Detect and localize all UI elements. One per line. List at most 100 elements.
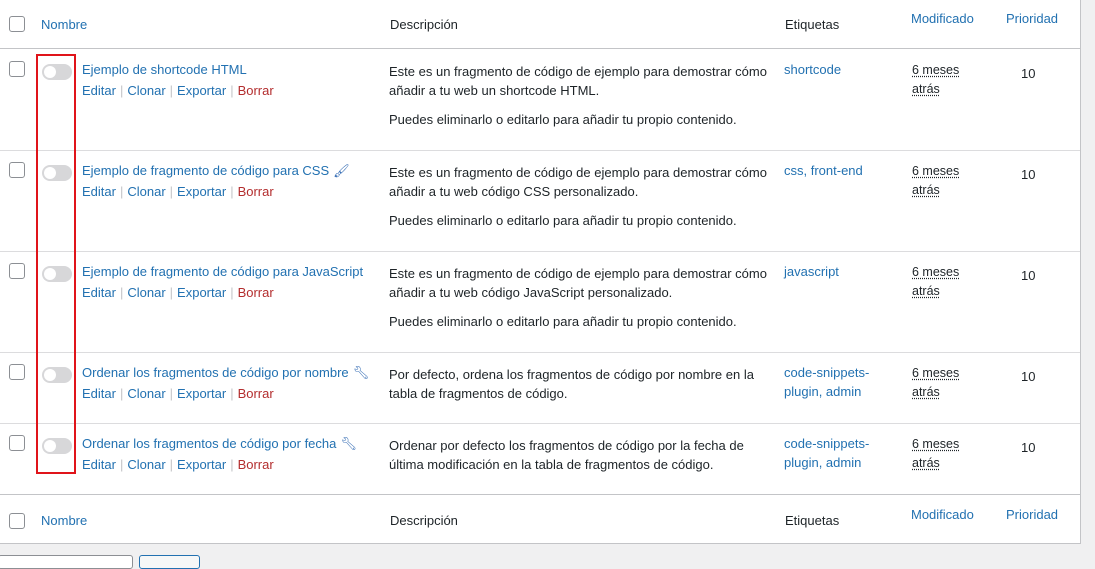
delete-link[interactable]: Borrar bbox=[238, 457, 274, 472]
row-checkbox[interactable] bbox=[9, 162, 25, 178]
snippet-tags[interactable]: code-snippets-plugin, admin bbox=[784, 434, 894, 472]
snippet-title-text: Ejemplo de fragmento de código para Java… bbox=[82, 264, 364, 279]
delete-link[interactable]: Borrar bbox=[238, 285, 274, 300]
action-separator: | bbox=[169, 386, 174, 401]
priority-value: 10 bbox=[1021, 268, 1036, 283]
action-separator: | bbox=[119, 184, 124, 199]
snippet-title-text: Ordenar los fragmentos de código por fec… bbox=[82, 436, 337, 451]
action-separator: | bbox=[230, 457, 234, 472]
row-checkbox[interactable] bbox=[9, 263, 25, 279]
description-text: Este es un fragmento de código de ejempl… bbox=[389, 165, 767, 199]
export-link[interactable]: Exportar bbox=[177, 457, 226, 472]
table-row: Ejemplo de fragmento de código para Java… bbox=[0, 251, 1080, 353]
edit-link[interactable]: Editar bbox=[82, 386, 116, 401]
action-separator: | bbox=[169, 457, 174, 472]
priority-value: 10 bbox=[1021, 167, 1036, 182]
row-checkbox[interactable] bbox=[9, 435, 25, 451]
bulk-actions-select[interactable] bbox=[0, 555, 133, 569]
snippet-tags[interactable]: css, front-end bbox=[784, 161, 894, 180]
snippet-title-link[interactable]: Ejemplo de shortcode HTML bbox=[82, 62, 247, 77]
export-link[interactable]: Exportar bbox=[177, 285, 226, 300]
table-row: Ordenar los fragmentos de código por fec… bbox=[0, 423, 1080, 495]
snippet-title-link[interactable]: Ordenar los fragmentos de código por fec… bbox=[82, 436, 357, 452]
row-actions: Editar | Clonar | Exportar | Borrar bbox=[82, 285, 274, 300]
paintbrush-icon: 🖌︎ bbox=[333, 163, 350, 178]
description-note: Puedes eliminarlo o editarlo para añadir… bbox=[389, 213, 737, 228]
row-checkbox[interactable] bbox=[9, 364, 25, 380]
snippet-tags[interactable]: code-snippets-plugin, admin bbox=[784, 363, 894, 401]
clone-link[interactable]: Clonar bbox=[127, 457, 165, 472]
select-all-checkbox[interactable] bbox=[9, 16, 25, 32]
export-link[interactable]: Exportar bbox=[177, 83, 226, 98]
edit-link[interactable]: Editar bbox=[82, 285, 116, 300]
description-text: Este es un fragmento de código de ejempl… bbox=[389, 64, 767, 98]
action-separator: | bbox=[230, 83, 234, 98]
delete-link[interactable]: Borrar bbox=[238, 83, 274, 98]
modified-date: 6 meses atrás bbox=[912, 63, 960, 96]
snippet-title-text: Ordenar los fragmentos de código por nom… bbox=[82, 365, 349, 380]
row-actions: Editar | Clonar | Exportar | Borrar bbox=[82, 457, 274, 472]
description-note: Puedes eliminarlo o editarlo para añadir… bbox=[389, 112, 737, 127]
snippet-title-link[interactable]: Ejemplo de fragmento de código para CSS 🖌… bbox=[82, 163, 350, 179]
table-footer: Nombre Descripción Etiquetas Modificado … bbox=[0, 494, 1080, 543]
action-separator: | bbox=[169, 285, 174, 300]
row-checkbox[interactable] bbox=[9, 61, 25, 77]
column-tags: Etiquetas bbox=[785, 17, 840, 32]
clone-link[interactable]: Clonar bbox=[127, 83, 165, 98]
snippet-description: Por defecto, ordena los fragmentos de có… bbox=[389, 365, 769, 403]
priority-value: 10 bbox=[1021, 440, 1036, 455]
row-actions: Editar | Clonar | Exportar | Borrar bbox=[82, 184, 274, 199]
edit-link[interactable]: Editar bbox=[82, 184, 116, 199]
column-priority-sort-footer[interactable]: Prioridad bbox=[1006, 507, 1058, 522]
table-row: Ejemplo de fragmento de código para CSS 🖌… bbox=[0, 150, 1080, 252]
snippet-title-link[interactable]: Ejemplo de fragmento de código para Java… bbox=[82, 264, 363, 279]
modified-date: 6 meses atrás bbox=[912, 164, 960, 197]
column-description-footer: Descripción bbox=[390, 513, 458, 528]
action-separator: | bbox=[119, 457, 124, 472]
export-link[interactable]: Exportar bbox=[177, 184, 226, 199]
wrench-icon: 🔧︎ bbox=[352, 365, 370, 380]
delete-link[interactable]: Borrar bbox=[238, 386, 274, 401]
clone-link[interactable]: Clonar bbox=[127, 386, 165, 401]
toggle-highlight-box bbox=[36, 54, 76, 474]
clone-link[interactable]: Clonar bbox=[127, 285, 165, 300]
delete-link[interactable]: Borrar bbox=[238, 184, 274, 199]
action-separator: | bbox=[119, 83, 124, 98]
apply-button[interactable] bbox=[139, 555, 200, 569]
select-all-checkbox-footer[interactable] bbox=[9, 513, 25, 529]
action-separator: | bbox=[169, 184, 174, 199]
row-actions: Editar | Clonar | Exportar | Borrar bbox=[82, 83, 274, 98]
edit-link[interactable]: Editar bbox=[82, 83, 116, 98]
column-priority-sort[interactable]: Prioridad bbox=[1006, 11, 1058, 26]
action-separator: | bbox=[119, 285, 124, 300]
column-tags-footer: Etiquetas bbox=[785, 513, 840, 528]
column-description: Descripción bbox=[390, 17, 458, 32]
edit-link[interactable]: Editar bbox=[82, 457, 116, 472]
description-text: Ordenar por defecto los fragmentos de có… bbox=[389, 438, 744, 472]
action-separator: | bbox=[230, 184, 234, 199]
table-header: Nombre Descripción Etiquetas Modificado … bbox=[0, 0, 1080, 49]
snippet-title-link[interactable]: Ordenar los fragmentos de código por nom… bbox=[82, 365, 369, 381]
snippet-tags[interactable]: shortcode bbox=[784, 60, 894, 79]
row-actions: Editar | Clonar | Exportar | Borrar bbox=[82, 386, 274, 401]
description-text: Este es un fragmento de código de ejempl… bbox=[389, 266, 767, 300]
modified-date: 6 meses atrás bbox=[912, 366, 960, 399]
wrench-icon: 🔧︎ bbox=[340, 436, 357, 451]
action-separator: | bbox=[230, 285, 234, 300]
snippet-description: Este es un fragmento de código de ejempl… bbox=[389, 264, 769, 331]
snippet-description: Este es un fragmento de código de ejempl… bbox=[389, 163, 769, 230]
snippet-description: Este es un fragmento de código de ejempl… bbox=[389, 62, 769, 129]
table-row: Ordenar los fragmentos de código por nom… bbox=[0, 352, 1080, 424]
modified-date: 6 meses atrás bbox=[912, 437, 960, 470]
action-separator: | bbox=[169, 83, 174, 98]
column-name-sort[interactable]: Nombre bbox=[41, 17, 87, 32]
column-name-sort-footer[interactable]: Nombre bbox=[41, 513, 87, 528]
table-row: Ejemplo de shortcode HTML Editar | Clonar | E… bbox=[0, 49, 1080, 151]
column-modified-sort[interactable]: Modificado bbox=[911, 11, 974, 26]
action-separator: | bbox=[119, 386, 124, 401]
snippet-tags[interactable]: javascript bbox=[784, 262, 894, 281]
priority-value: 10 bbox=[1021, 66, 1036, 81]
column-modified-sort-footer[interactable]: Modificado bbox=[911, 507, 974, 522]
export-link[interactable]: Exportar bbox=[177, 386, 226, 401]
clone-link[interactable]: Clonar bbox=[127, 184, 165, 199]
